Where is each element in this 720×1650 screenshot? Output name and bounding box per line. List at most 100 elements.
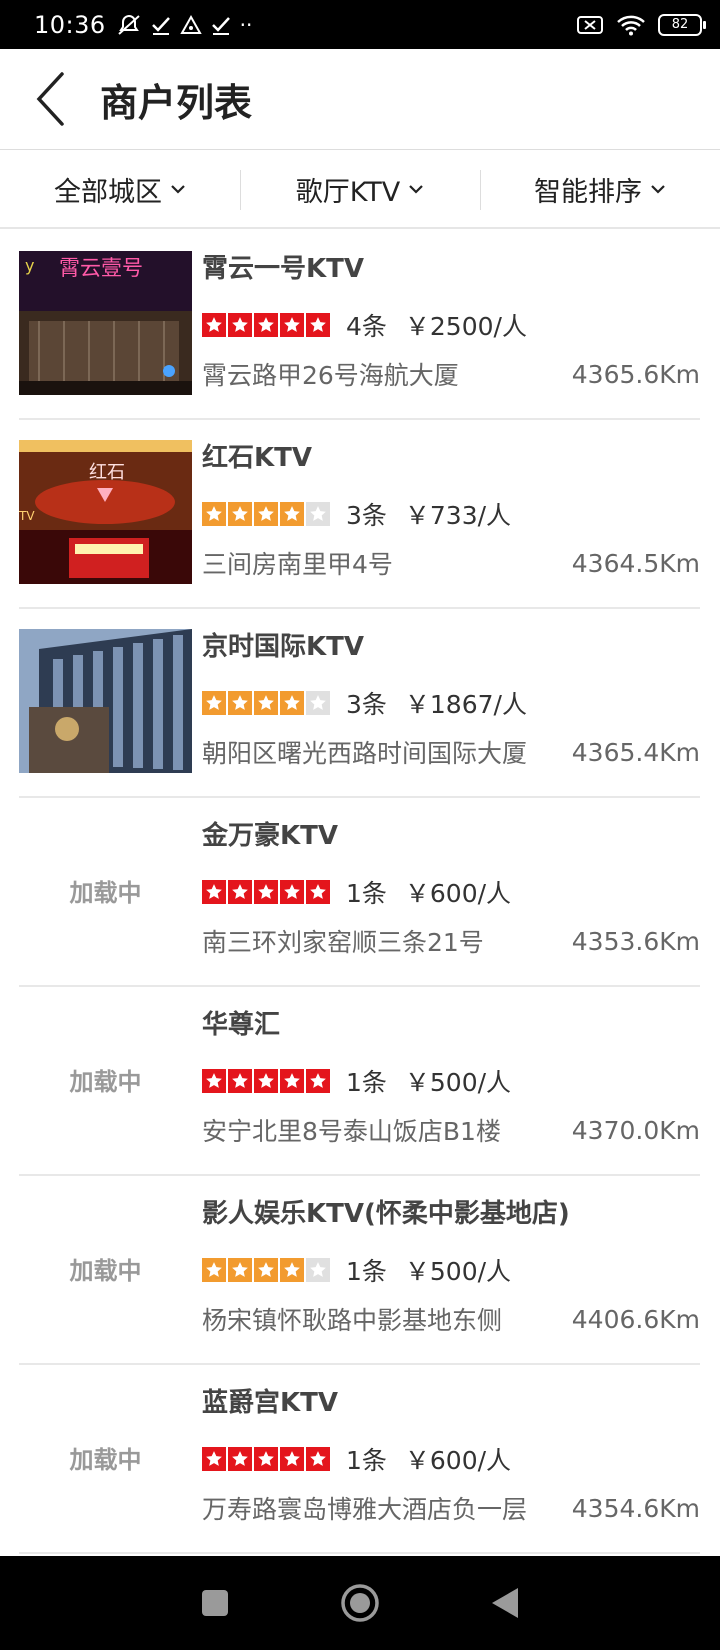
app-header: 商户列表: [0, 49, 720, 150]
star-filled-icon: [254, 1258, 278, 1282]
merchant-list: y 霄云壹号 霄云一号KTV 4条 ￥2500/人 霄云路甲26号海航大厦 43…: [0, 231, 720, 1556]
avg-price: ￥500/人: [404, 1068, 512, 1097]
star-filled-icon: [280, 502, 304, 526]
merchant-address: 安宁北里8号泰山饭店B1楼: [202, 1117, 501, 1146]
review-count: 1条: [346, 1257, 387, 1286]
loading-text: 加载中: [69, 877, 142, 907]
merchant-photo: 红石 TV: [19, 440, 192, 584]
merchant-distance: 4364.5Km: [571, 548, 700, 578]
merchant-item[interactable]: 红石 TV 红石KTV 3条 ￥733/人 三间房南里甲4号 4364.5Km: [0, 420, 720, 609]
filter-district[interactable]: 全部城区: [0, 151, 240, 227]
check-icon: [211, 16, 230, 35]
star-filled-icon: [228, 313, 252, 337]
photo-sign-text: 霄云壹号: [59, 256, 143, 280]
merchant-item[interactable]: 加载中 影人娱乐KTV(怀柔中影基地店) 1条 ￥500/人 杨宋镇怀耿路中影基…: [0, 1176, 720, 1365]
merchant-photo: [19, 629, 192, 773]
merchant-name: 霄云一号KTV: [202, 254, 365, 284]
merchant-name: 金万豪KTV: [202, 821, 339, 851]
filter-category-label: 歌厅KTV: [295, 176, 401, 208]
filter-district-label: 全部城区: [54, 176, 162, 208]
star-filled-icon: [228, 691, 252, 715]
merchant-name: 影人娱乐KTV(怀柔中影基地店): [202, 1199, 570, 1229]
recent-apps-button[interactable]: [200, 1588, 230, 1618]
merchant-item[interactable]: 加载中 蓝爵宫KTV 1条 ￥600/人 万寿路寰岛博雅大酒店负一层 4354.…: [0, 1365, 720, 1554]
merchant-address: 霄云路甲26号海航大厦: [202, 361, 459, 390]
wifi-icon: [617, 15, 645, 35]
filter-sort[interactable]: 智能排序: [480, 151, 720, 227]
merchant-address: 杨宋镇怀耿路中影基地东侧: [202, 1306, 503, 1335]
avg-price: ￥1867/人: [404, 690, 527, 719]
rating-stars: [202, 1069, 330, 1093]
review-count: 1条: [346, 879, 387, 908]
battery-icon: 82: [658, 13, 706, 36]
star-filled-icon: [306, 880, 330, 904]
back-button[interactable]: [0, 49, 100, 149]
home-button[interactable]: [340, 1583, 380, 1623]
more-notifications-indicator: ··: [239, 12, 253, 37]
avg-price: ￥2500/人: [404, 312, 527, 341]
photo-loading-placeholder: 加载中: [19, 1007, 192, 1151]
star-filled-icon: [280, 1258, 304, 1282]
rating-stars: [202, 880, 330, 904]
star-filled-icon: [306, 313, 330, 337]
star-empty-icon: [306, 691, 330, 715]
star-filled-icon: [202, 502, 226, 526]
star-filled-icon: [228, 1069, 252, 1093]
loading-text: 加载中: [69, 1066, 142, 1096]
star-filled-icon: [254, 1069, 278, 1093]
merchant-item[interactable]: 加载中 华尊汇 1条 ￥500/人 安宁北里8号泰山饭店B1楼 4370.0Km: [0, 987, 720, 1176]
review-count: 3条: [346, 501, 387, 530]
status-bar: 10:36 ·· 82: [0, 0, 720, 49]
merchant-distance: 4406.6Km: [571, 1304, 700, 1334]
merchant-address: 三间房南里甲4号: [202, 550, 393, 579]
mute-icon: [118, 14, 140, 35]
filter-category[interactable]: 歌厅KTV: [240, 151, 480, 227]
filter-sort-label: 智能排序: [534, 176, 642, 208]
svg-text:TV: TV: [19, 509, 35, 523]
review-count: 4条: [346, 312, 387, 341]
photo-loading-placeholder: 加载中: [19, 818, 192, 962]
merchant-item[interactable]: y 霄云壹号 霄云一号KTV 4条 ￥2500/人 霄云路甲26号海航大厦 43…: [0, 231, 720, 420]
merchant-name: 红石KTV: [202, 443, 313, 473]
page-title: 商户列表: [100, 80, 253, 125]
star-filled-icon: [280, 1069, 304, 1093]
avg-price: ￥600/人: [404, 1446, 512, 1475]
avg-price: ￥600/人: [404, 879, 512, 908]
avg-price: ￥500/人: [404, 1257, 512, 1286]
loading-text: 加载中: [69, 1444, 142, 1474]
merchant-distance: 4354.6Km: [571, 1493, 700, 1523]
star-filled-icon: [202, 1447, 226, 1471]
star-empty-icon: [306, 502, 330, 526]
star-filled-icon: [280, 313, 304, 337]
star-filled-icon: [254, 502, 278, 526]
merchant-address: 南三环刘家窑顺三条21号: [202, 928, 484, 957]
merchant-item[interactable]: 加载中 金万豪KTV 1条 ￥600/人 南三环刘家窑顺三条21号 4353.6…: [0, 798, 720, 987]
merchant-item[interactable]: 京时国际KTV 3条 ￥1867/人 朝阳区曙光西路时间国际大厦 4365.4K…: [0, 609, 720, 798]
photo-loading-placeholder: 加载中: [19, 1196, 192, 1340]
rating-stars: [202, 313, 330, 337]
star-filled-icon: [202, 1069, 226, 1093]
star-filled-icon: [254, 313, 278, 337]
photo-loading-placeholder: 加载中: [19, 1385, 192, 1529]
review-count: 3条: [346, 690, 387, 719]
merchant-distance: 4365.4Km: [571, 737, 700, 767]
merchant-name: 蓝爵宫KTV: [202, 1388, 339, 1418]
star-filled-icon: [280, 1447, 304, 1471]
merchant-photo: y 霄云壹号: [19, 251, 192, 395]
merchant-address: 朝阳区曙光西路时间国际大厦: [202, 739, 528, 768]
star-filled-icon: [280, 880, 304, 904]
chevron-down-icon: [170, 183, 186, 195]
rating-stars: [202, 502, 330, 526]
star-filled-icon: [306, 1069, 330, 1093]
chevron-down-icon: [650, 183, 666, 195]
star-filled-icon: [202, 691, 226, 715]
back-triangle-button[interactable]: [490, 1586, 520, 1620]
merchant-name: 京时国际KTV: [202, 632, 365, 662]
status-time: 10:36: [34, 10, 106, 39]
star-filled-icon: [254, 1447, 278, 1471]
star-filled-icon: [280, 691, 304, 715]
star-filled-icon: [254, 880, 278, 904]
merchant-distance: 4370.0Km: [571, 1115, 700, 1145]
star-filled-icon: [228, 1447, 252, 1471]
rating-stars: [202, 1258, 330, 1282]
